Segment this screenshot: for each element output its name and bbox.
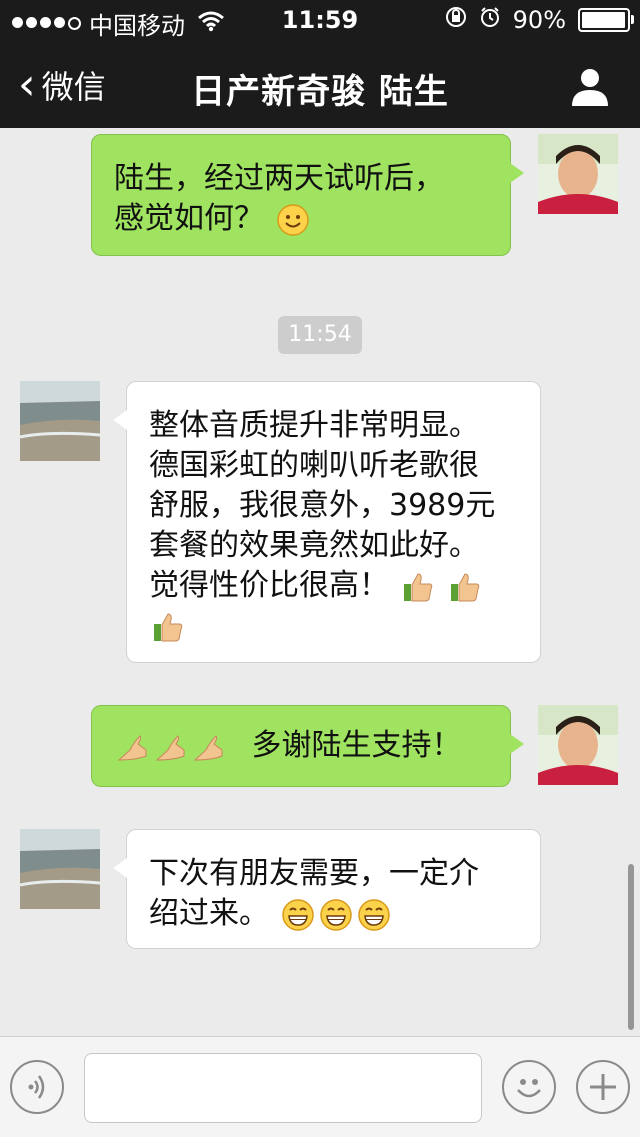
battery-icon — [578, 8, 634, 32]
message-input[interactable] — [84, 1053, 482, 1123]
thumbs-up-emoji-icon — [451, 572, 480, 601]
smile-emoji-icon — [276, 203, 309, 236]
pray-hand-emoji-icon — [193, 734, 223, 761]
message-text: 套餐的效果竟然如此好。 — [149, 528, 479, 563]
user-avatar[interactable] — [538, 705, 618, 785]
top-bar: 中国移动 11:59 90% ‹ 微信 日产新奇骏 陆生 — [0, 0, 640, 128]
message-text: 陆生，经过两天试听后， — [114, 161, 444, 196]
rotation-lock-icon — [445, 6, 467, 34]
contact-avatar[interactable] — [20, 381, 100, 461]
message-text: 绍过来。 — [149, 896, 269, 931]
plus-icon — [590, 1074, 616, 1100]
emoji-button[interactable] — [502, 1060, 556, 1114]
input-bar — [0, 1036, 640, 1137]
more-options-button[interactable] — [576, 1060, 630, 1114]
message-text: 舒服，我很意外，3989元 — [149, 488, 496, 523]
person-icon — [572, 69, 608, 106]
voice-input-button[interactable] — [10, 1060, 64, 1114]
chat-title: 日产新奇骏 陆生 — [191, 72, 449, 112]
grin-emoji-icon — [281, 898, 314, 931]
smiley-face-icon — [517, 1079, 541, 1098]
user-avatar[interactable] — [538, 134, 618, 214]
timestamp-pill: 11:54 — [278, 316, 362, 354]
message-bubble-incoming[interactable]: 下次有朋友需要，一定介 绍过来。 — [113, 829, 541, 949]
message-text: 下次有朋友需要，一定介 — [149, 856, 479, 891]
thumbs-up-emoji-icon — [403, 572, 432, 601]
battery-percent: 90% — [512, 6, 566, 34]
alarm-icon — [479, 6, 501, 34]
message-text: 多谢陆生支持！ — [251, 728, 462, 763]
voice-icon — [28, 1075, 45, 1099]
message-text: 感觉如何？ — [114, 201, 264, 236]
thumbs-up-emoji-icon — [154, 612, 183, 641]
grin-emoji-icon — [357, 898, 390, 931]
message-text: 德国彩虹的喇叭听老歌很 — [149, 448, 479, 483]
message-bubble-outgoing[interactable]: 多谢陆生支持！ — [91, 705, 524, 787]
pray-hand-emoji-icon — [155, 734, 185, 761]
grin-emoji-icon — [319, 898, 352, 931]
pray-hand-emoji-icon — [117, 734, 147, 761]
message-bubble-incoming[interactable]: 整体音质提升非常明显。 德国彩虹的喇叭听老歌很 舒服，我很意外，3989元 套餐… — [113, 381, 541, 663]
message-bubble-outgoing[interactable]: 陆生，经过两天试听后， 感觉如何？ — [91, 134, 524, 256]
contact-info-button[interactable] — [570, 66, 610, 106]
message-text: 觉得性价比很高！ — [149, 568, 389, 603]
contact-avatar[interactable] — [20, 829, 100, 909]
status-bar: 中国移动 11:59 90% — [0, 0, 640, 40]
chat-scrollbar[interactable] — [628, 864, 634, 1030]
navigation-bar: ‹ 微信 日产新奇骏 陆生 — [0, 40, 640, 128]
message-text: 整体音质提升非常明显。 — [149, 408, 479, 443]
